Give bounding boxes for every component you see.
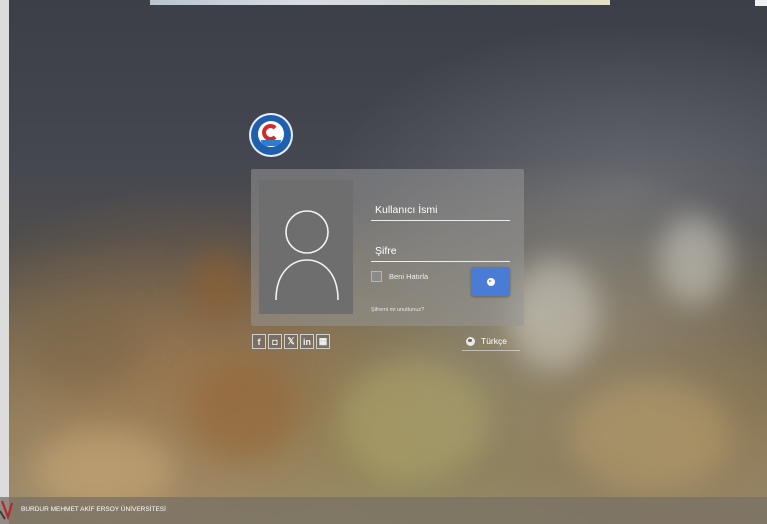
username-field	[371, 200, 510, 221]
university-name: BURDUR MEHMET AKİF ERSOY ÜNİVERSİTESİ	[21, 506, 166, 513]
footer-bar: BURDUR MEHMET AKİF ERSOY ÜNİVERSİTESİ	[0, 497, 767, 524]
user-silhouette-icon	[275, 210, 339, 301]
password-field	[371, 241, 510, 262]
facebook-icon[interactable]: f	[252, 334, 266, 349]
instagram-icon[interactable]: ◘	[268, 334, 282, 349]
remember-checkbox[interactable]	[371, 271, 382, 282]
avatar	[259, 180, 353, 314]
x-twitter-icon[interactable]: 𝕏	[284, 334, 298, 349]
remember-me[interactable]: Beni Hatırla	[371, 271, 428, 282]
remember-label: Beni Hatırla	[389, 272, 429, 281]
university-logo	[249, 113, 293, 157]
university-mark-icon	[0, 500, 14, 521]
username-input[interactable]	[375, 204, 510, 216]
password-input[interactable]	[375, 245, 510, 257]
top-band	[150, 0, 610, 5]
corner-badge	[755, 0, 767, 6]
globe-icon	[466, 336, 475, 346]
login-panel: Beni Hatırla Şifremi mi unuttunuz?	[251, 169, 524, 326]
linkedin-icon[interactable]: in	[300, 334, 314, 349]
qr-code-icon[interactable]: ▦	[316, 334, 330, 349]
forgot-password-link[interactable]: Şifremi mi unuttunuz?	[371, 307, 424, 313]
language-label: Türkçe	[481, 336, 507, 346]
arrow-right-circle-icon	[486, 277, 495, 286]
language-selector[interactable]: Türkçe	[462, 332, 520, 351]
left-edge-strip	[0, 0, 9, 524]
social-links: f ◘ 𝕏 in ▦	[252, 334, 330, 349]
login-button[interactable]	[471, 267, 510, 296]
